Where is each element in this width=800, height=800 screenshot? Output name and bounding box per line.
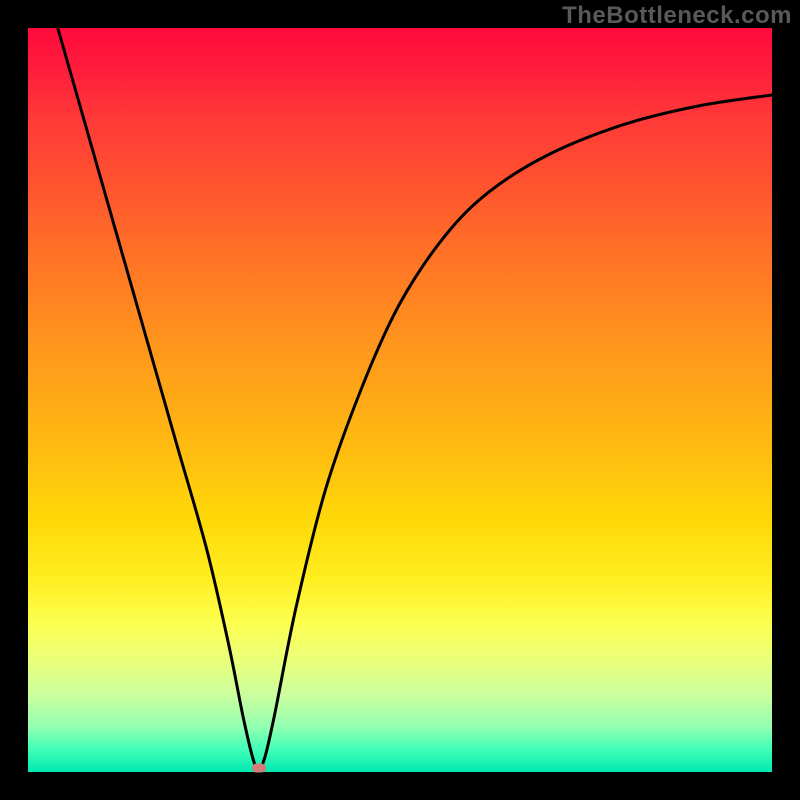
watermark-text: TheBottleneck.com [562, 2, 792, 30]
bottleneck-curve [28, 28, 772, 772]
minimum-marker [252, 764, 266, 773]
chart-plot-area [28, 28, 772, 772]
